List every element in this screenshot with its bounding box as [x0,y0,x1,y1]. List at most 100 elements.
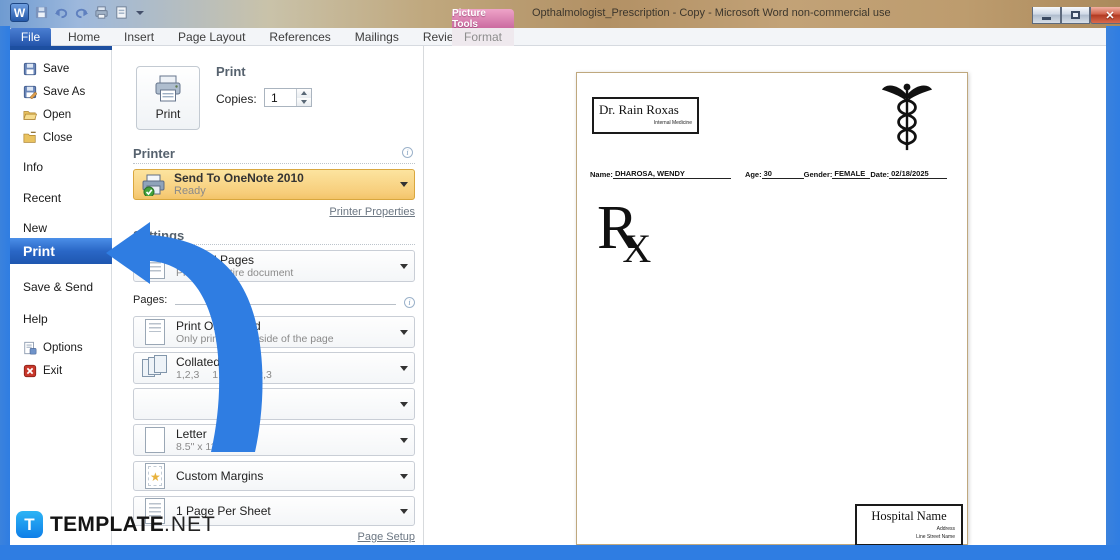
sidebar-item-label: Help [23,312,48,326]
copies-stepper[interactable]: 1 [264,88,312,107]
sidebar-item-save-as[interactable]: Save As [10,81,112,103]
age-label: Age: [744,170,762,179]
sidebar-item-info[interactable]: Info [10,156,112,178]
date-label: Date: [870,170,890,179]
patient-name: DHAROSA, WENDY [612,169,731,179]
tab-insert[interactable]: Insert [112,28,166,46]
onenote-printer-icon [142,174,165,196]
sidebar-item-open[interactable]: Open [10,104,112,126]
sidebar-item-print[interactable]: Print [10,238,112,264]
orientation-dropdown[interactable] [133,388,415,420]
sidebar-item-recent[interactable]: Recent [10,187,112,209]
sidebar-item-label: Exit [43,365,63,377]
window-controls: ✕ [1032,7,1120,24]
print-button-label: Print [155,107,181,121]
sidebar-item-save[interactable]: Save [10,58,112,80]
print-button[interactable]: Print [136,66,200,130]
sidebar-top-strip [10,46,112,50]
customize-qat-caret-icon[interactable] [136,10,144,15]
printer-dropdown[interactable]: Send To OneNote 2010 Ready [133,169,415,200]
tab-references[interactable]: References [257,28,342,46]
template-net-tile-icon: T [16,511,43,538]
sidebar-item-new[interactable]: New [10,217,112,239]
sidebar-item-label: Close [43,132,73,144]
printer-name: Send To OneNote 2010 [174,171,304,185]
dropdown-caret-icon [400,508,408,514]
backstage-view: Save Save As Open Close Info Recent New … [10,46,1106,546]
dropdown-caret-icon [400,263,408,269]
dropdown-caret-icon [400,437,408,443]
print-one-sided-icon [145,319,165,345]
hospital-box: Hospital Name Address Line Street Name [855,504,963,546]
collation-dropdown[interactable]: Collated 1,2,3 1,2,3 1,2,3 [133,352,415,384]
rx-symbol: RX [597,197,667,269]
maximize-button[interactable] [1061,7,1090,24]
options-icon [24,341,37,355]
caduceus-icon [881,83,933,151]
close-button[interactable]: ✕ [1090,7,1120,24]
copies-decrement-button[interactable] [297,97,311,106]
printer-separator [133,163,415,164]
close-folder-icon [23,131,36,143]
paper-size-dropdown[interactable]: Letter 8.5" x 11" [133,424,415,456]
dropdown-caret-icon [400,182,408,187]
word-logo-icon[interactable]: W [10,3,29,22]
save-as-icon [23,85,37,99]
setting-title: Custom Margins [176,469,264,483]
pages-input[interactable] [175,291,396,305]
sidebar-item-help[interactable]: Help [10,308,112,330]
sidebar-item-options[interactable]: Options [10,337,112,359]
tab-format[interactable]: Format [452,28,514,46]
sidebar-item-label: Recent [23,191,62,205]
template-net-logo: T TEMPLATE.NET [16,511,216,538]
copies-increment-button[interactable] [297,89,311,98]
hospital-street: Line Street Name [916,534,955,540]
dropdown-caret-icon [400,401,408,407]
doctor-name-box: Dr. Rain Roxas Internal Medicine [592,97,699,134]
printer-heading: Printer [133,146,175,161]
quick-access-toolbar: W [10,3,144,22]
sidebar-item-exit[interactable]: Exit [10,360,112,382]
maximize-icon [1071,11,1080,19]
save-icon [23,62,37,76]
spin-down-icon [301,99,307,104]
quick-print-icon[interactable] [94,5,109,20]
window-frame-right [1106,26,1120,560]
undo-icon[interactable] [54,5,69,20]
print-range-dropdown[interactable]: Print All Pages Print the entire documen… [133,250,415,282]
setting-title: Collated [176,355,221,369]
open-folder-icon [23,111,37,120]
copies-value[interactable]: 1 [265,89,296,106]
printer-properties-link[interactable]: Printer Properties [329,206,415,218]
print-heading: Print [216,64,246,79]
redo-icon[interactable] [74,5,89,20]
close-icon: ✕ [1105,9,1115,22]
sidebar-item-label: Options [43,342,83,354]
tab-mailings[interactable]: Mailings [343,28,411,46]
settings-heading: Settings [133,228,185,243]
minimize-button[interactable] [1032,7,1061,24]
dropdown-caret-icon [400,473,408,479]
print-sides-dropdown[interactable]: Print One Sided Only print on one side o… [133,316,415,348]
pages-info-icon[interactable]: i [404,297,415,308]
printer-info-icon[interactable]: i [402,147,413,158]
doctor-name: Dr. Rain Roxas [599,102,679,117]
tab-home[interactable]: Home [56,28,112,46]
save-icon[interactable] [34,5,49,20]
tab-page-layout[interactable]: Page Layout [166,28,257,46]
picture-tools-group: Picture Tools [452,8,514,30]
star-icon: ★ [150,470,161,484]
setting-subtitle: 1,2,3 1,2,3 1,2,3 [176,368,272,381]
margins-dropdown[interactable]: ★ Custom Margins [133,461,415,491]
sidebar-item-label: Info [23,160,44,174]
gender-label: Gender: [803,170,833,179]
page-setup-link[interactable]: Page Setup [358,531,416,543]
print-preview-icon[interactable] [114,5,129,20]
tab-file[interactable]: File [10,28,51,46]
paper-size-icon [145,427,165,453]
rx-x: X [622,226,652,271]
setting-subtitle: 8.5" x 11" [176,440,221,453]
sidebar-item-close[interactable]: Close [10,127,112,149]
ribbon-tab-row: File Home Insert Page Layout References … [0,28,1120,46]
sidebar-item-save-and-send[interactable]: Save & Send [10,276,112,298]
